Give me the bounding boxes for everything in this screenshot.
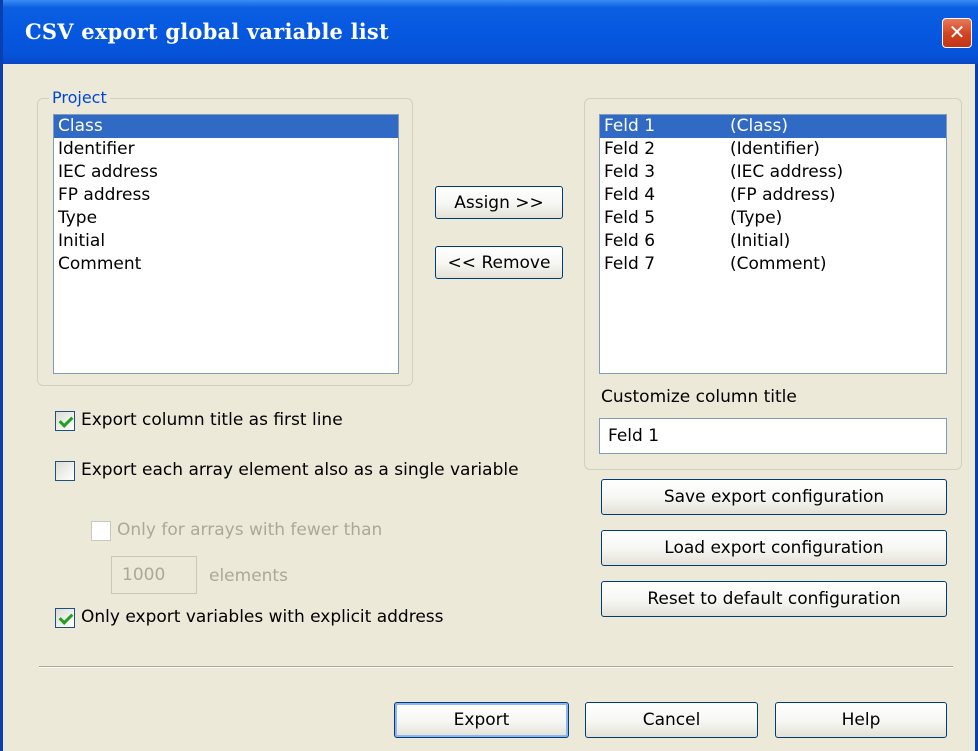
project-group-legend: Project (49, 88, 110, 107)
csv-export-dialog: CSV export global variable list ✕ Projec… (0, 0, 978, 751)
help-button[interactable]: Help (775, 702, 947, 738)
project-columns-list[interactable]: Class Identifier IEC address FP address Type… (53, 114, 399, 374)
project-column-item[interactable]: Identifier (54, 138, 398, 161)
export-field-item[interactable]: Feld 2 (Identifier) (600, 138, 946, 161)
field-column-name: (FP address) (730, 185, 836, 205)
explicit-address-checkbox[interactable] (55, 608, 75, 628)
field-name: Feld 5 (604, 208, 656, 228)
elements-label: elements (209, 566, 288, 586)
field-name: Feld 4 (604, 185, 656, 205)
project-column-item[interactable]: FP address (54, 184, 398, 207)
assign-button[interactable]: Assign >> (435, 186, 563, 219)
dialog-title: CSV export global variable list (25, 19, 389, 44)
title-bar[interactable]: CSV export global variable list ✕ (3, 0, 978, 64)
column-title-input[interactable]: Feld 1 (599, 418, 947, 454)
close-button[interactable]: ✕ (942, 18, 972, 48)
explicit-address-label: Only export variables with explicit addr… (81, 607, 444, 627)
field-column-name: (Identifier) (730, 139, 820, 159)
field-name: Feld 6 (604, 231, 656, 251)
export-button[interactable]: Export (394, 702, 569, 738)
export-array-label: Export each array element also as a sing… (81, 460, 519, 480)
field-column-name: (Class) (730, 116, 788, 136)
field-column-name: (Type) (730, 208, 783, 228)
field-name: Feld 1 (604, 116, 656, 136)
export-title-checkbox[interactable] (55, 411, 75, 431)
only-arrays-label: Only for arrays with fewer than (117, 520, 383, 540)
project-column-item[interactable]: Type (54, 207, 398, 230)
field-column-name: (IEC address) (730, 162, 844, 182)
export-field-item[interactable]: Feld 4 (FP address) (600, 184, 946, 207)
only-arrays-checkbox (91, 521, 111, 541)
project-column-item[interactable]: Class (54, 115, 398, 138)
export-field-item[interactable]: Feld 3 (IEC address) (600, 161, 946, 184)
project-column-item[interactable]: IEC address (54, 161, 398, 184)
export-title-label: Export column title as first line (81, 410, 343, 430)
save-config-button[interactable]: Save export configuration (601, 479, 947, 515)
field-name: Feld 2 (604, 139, 656, 159)
field-column-name: (Initial) (730, 231, 791, 251)
close-icon: ✕ (948, 20, 966, 44)
project-column-item[interactable]: Comment (54, 253, 398, 276)
export-field-item[interactable]: Feld 6 (Initial) (600, 230, 946, 253)
array-limit-input: 1000 (111, 556, 197, 594)
remove-button[interactable]: << Remove (435, 246, 563, 279)
field-name: Feld 3 (604, 162, 656, 182)
export-array-checkbox[interactable] (55, 461, 75, 481)
footer-separator (39, 666, 953, 668)
reset-config-button[interactable]: Reset to default configuration (601, 581, 947, 617)
field-column-name: (Comment) (730, 254, 827, 274)
export-field-item[interactable]: Feld 5 (Type) (600, 207, 946, 230)
load-config-button[interactable]: Load export configuration (601, 530, 947, 566)
export-field-item[interactable]: Feld 7 (Comment) (600, 253, 946, 276)
export-fields-list[interactable]: Feld 1 (Class) Feld 2 (Identifier) Feld 3 (IE… (599, 114, 947, 374)
customize-column-title-label: Customize column title (601, 387, 797, 407)
field-name: Feld 7 (604, 254, 656, 274)
cancel-button[interactable]: Cancel (585, 702, 758, 738)
project-column-item[interactable]: Initial (54, 230, 398, 253)
export-field-item[interactable]: Feld 1 (Class) (600, 115, 946, 138)
